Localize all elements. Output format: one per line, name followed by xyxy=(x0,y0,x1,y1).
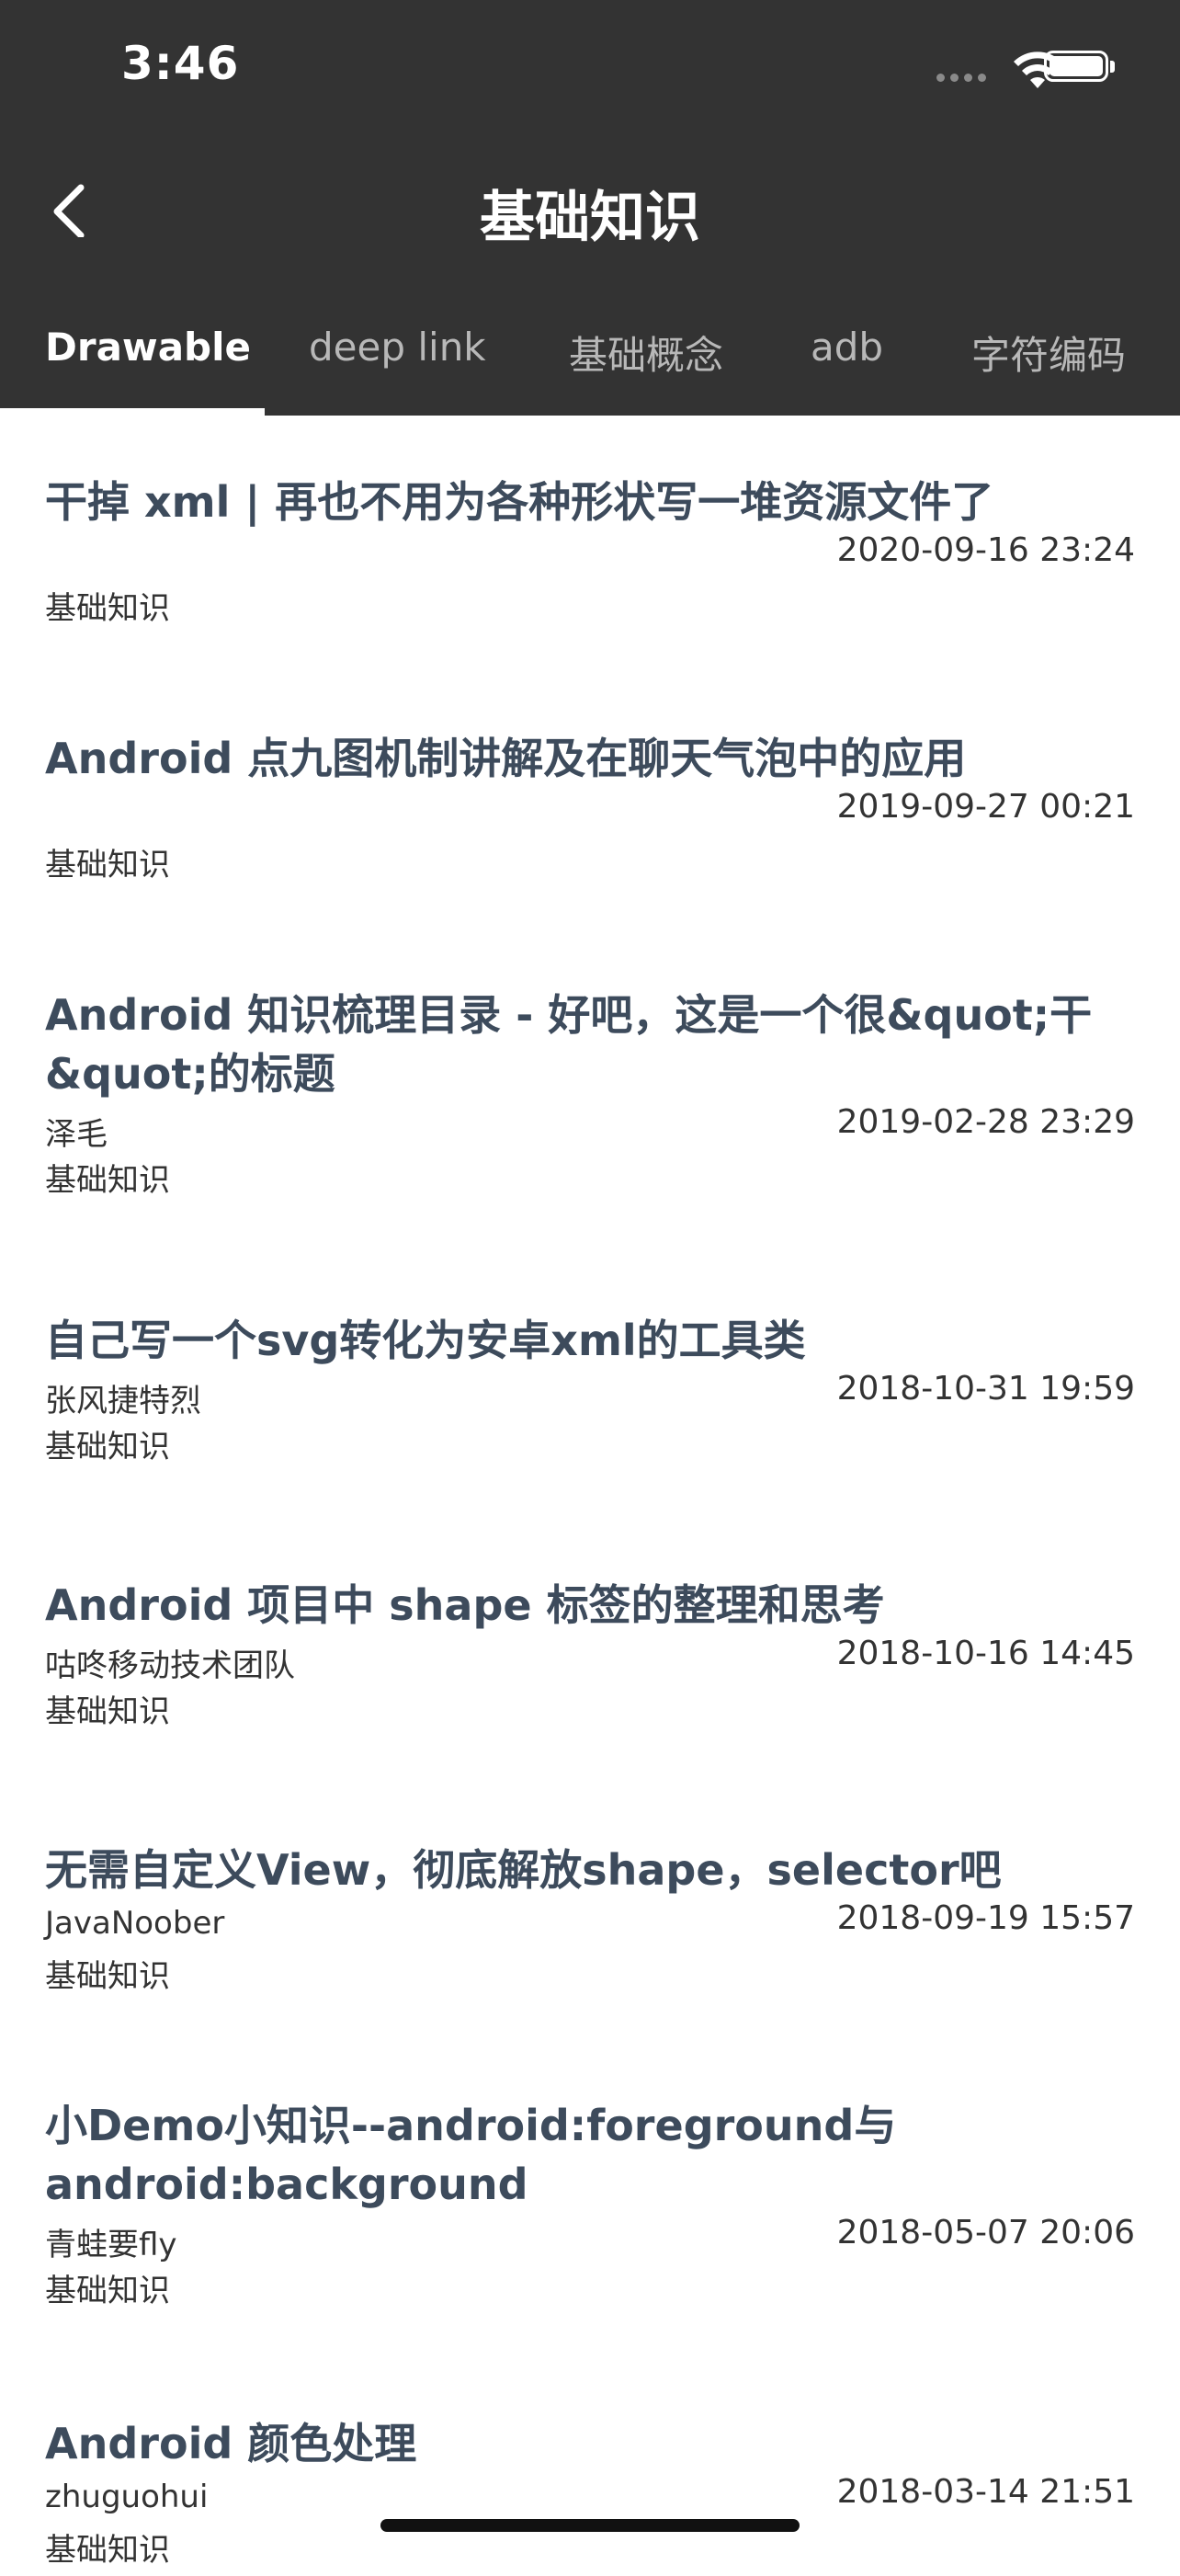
article-category: 基础知识 xyxy=(45,847,170,883)
nav-bar: 基础知识 xyxy=(0,156,1180,257)
article-date: 2019-02-28 23:29 xyxy=(836,1103,1135,1141)
article-date: 2018-10-31 19:59 xyxy=(836,1370,1135,1408)
article-date: 2018-10-16 14:45 xyxy=(836,1635,1135,1672)
list-item[interactable]: Android 颜色处理 zhuguohui 2018-03-14 21:51 … xyxy=(45,2414,1135,2576)
list-item[interactable]: Android 点九图机制讲解及在聊天气泡中的应用 2019-09-27 00:… xyxy=(45,729,1135,891)
article-title: Android 点九图机制讲解及在聊天气泡中的应用 xyxy=(45,734,967,783)
article-author: zhuguohui xyxy=(45,2479,209,2515)
tab-indicator xyxy=(0,408,265,416)
list-item[interactable]: 干掉 xml | 再也不用为各种形状写一堆资源文件了 2020-09-16 23… xyxy=(45,473,1135,634)
article-date: 2018-03-14 21:51 xyxy=(836,2473,1135,2511)
signal-icon xyxy=(936,74,986,82)
article-date: 2020-09-16 23:24 xyxy=(836,531,1135,569)
article-title: Android 项目中 shape 标签的整理和思考 xyxy=(45,1580,885,1630)
status-time: 3:46 xyxy=(121,37,240,90)
article-author: 咕咚移动技术团队 xyxy=(45,1647,295,1684)
article-category: 基础知识 xyxy=(45,590,170,627)
article-author: JavaNoober xyxy=(45,1905,225,1942)
list-item[interactable]: Android 知识梳理目录 - 好吧，这是一个很&quot;干&quot;的标… xyxy=(45,986,1135,1206)
list-item[interactable]: Android 项目中 shape 标签的整理和思考 咕咚移动技术团队 2018… xyxy=(45,1576,1135,1738)
article-title: Android 知识梳理目录 - 好吧，这是一个很&quot;干&quot;的标… xyxy=(45,990,1093,1099)
tab-drawable[interactable]: Drawable xyxy=(45,303,251,416)
article-title: 无需自定义View，彻底解放shape，selector吧 xyxy=(45,1845,1002,1895)
home-indicator[interactable] xyxy=(380,2519,800,2532)
tab-adb[interactable]: adb xyxy=(811,303,883,416)
article-title: 自己写一个svg转化为安卓xml的工具类 xyxy=(45,1316,806,1365)
battery-icon xyxy=(1044,51,1108,82)
list-item[interactable]: 自己写一个svg转化为安卓xml的工具类 张风捷特烈 2018-10-31 19… xyxy=(45,1311,1135,1473)
article-category: 基础知识 xyxy=(45,2532,170,2569)
article-author: 张风捷特烈 xyxy=(45,1383,201,1419)
article-category: 基础知识 xyxy=(45,1958,170,1995)
article-title: 干掉 xml | 再也不用为各种形状写一堆资源文件了 xyxy=(45,477,994,527)
article-author: 青蛙要fly xyxy=(45,2227,177,2263)
article-category: 基础知识 xyxy=(45,1162,170,1199)
list-item[interactable]: 小Demo小知识--android:foreground与android:bac… xyxy=(45,2096,1135,2317)
article-author: 泽毛 xyxy=(45,1116,108,1153)
article-category: 基础知识 xyxy=(45,1693,170,1730)
article-date: 2019-09-27 00:21 xyxy=(836,788,1135,826)
list-item[interactable]: 无需自定义View，彻底解放shape，selector吧 JavaNoober… xyxy=(45,1841,1135,2002)
article-title: 小Demo小知识--android:foreground与android:bac… xyxy=(45,2101,897,2209)
tab-char-encoding[interactable]: 字符编码 xyxy=(971,303,1126,416)
status-icons xyxy=(812,0,1180,129)
article-date: 2018-09-19 15:57 xyxy=(836,1899,1135,1937)
article-category: 基础知识 xyxy=(45,1429,170,1465)
tab-deep-link[interactable]: deep link xyxy=(309,303,486,416)
article-date: 2018-05-07 20:06 xyxy=(836,2214,1135,2251)
tab-bar: Drawable deep link 基础概念 adb 字符编码 xyxy=(0,303,1180,416)
tab-basic-concepts[interactable]: 基础概念 xyxy=(569,303,723,416)
page-title: 基础知识 xyxy=(480,186,700,250)
article-category: 基础知识 xyxy=(45,2273,170,2309)
app-header: 3:46 基础知识 Drawable deep link 基础概念 adb 字符… xyxy=(0,0,1180,416)
article-title: Android 颜色处理 xyxy=(45,2419,417,2468)
